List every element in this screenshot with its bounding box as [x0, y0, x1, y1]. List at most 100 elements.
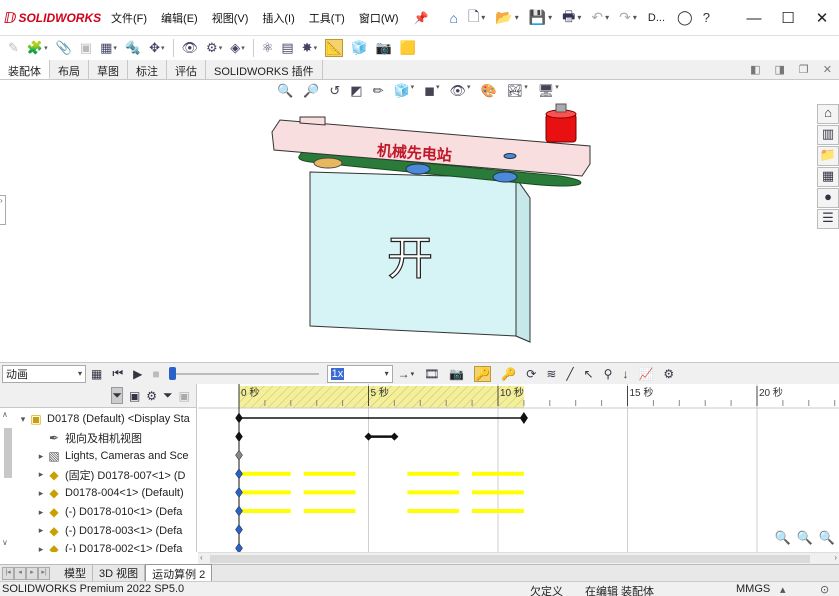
playback-mode-icon[interactable]: →: [398, 367, 410, 381]
tree-scrollbar[interactable]: ∧ ∨: [0, 408, 14, 552]
new-dropdown-icon[interactable]: ▾: [481, 13, 485, 22]
filter-driving-icon[interactable]: ▣: [129, 389, 140, 403]
print-icon[interactable]: 🖶: [562, 6, 575, 30]
scroll-up-icon[interactable]: ∧: [2, 410, 8, 419]
zoom-in-timeline-icon[interactable]: 🔍: [797, 530, 813, 546]
instant3d-icon[interactable]: 📐: [325, 39, 344, 57]
move-component-icon[interactable]: ✥: [149, 40, 160, 56]
redo-icon[interactable]: ↷: [619, 9, 631, 26]
mode-dropdown-icon[interactable]: ▾: [411, 370, 415, 378]
custom-properties-icon[interactable]: ☰: [817, 209, 839, 229]
menu-file[interactable]: 文件(F): [111, 10, 147, 26]
new-motion-study-icon[interactable]: ⚛: [262, 40, 274, 56]
force-icon[interactable]: ↖: [584, 367, 594, 381]
tree-scrollbar-thumb[interactable]: [4, 428, 12, 478]
study-properties-icon[interactable]: ⚙: [663, 367, 674, 381]
menu-view[interactable]: 视图(V): [212, 10, 249, 26]
tab-sketch[interactable]: 草图: [89, 60, 128, 79]
menu-window[interactable]: 窗口(W): [359, 10, 399, 26]
component-preview-icon[interactable]: ▣: [80, 40, 92, 56]
mate-icon[interactable]: 📎: [56, 40, 72, 56]
animation-wizard-icon[interactable]: 📷: [449, 367, 464, 381]
close-icon[interactable]: ✕: [805, 9, 839, 27]
play-from-start-icon[interactable]: ⏮: [112, 366, 123, 381]
design-library-icon[interactable]: ▥: [817, 125, 839, 145]
playback-speed-select[interactable]: 1x ▾: [326, 364, 393, 383]
app-logo[interactable]: ⅅ SOLIDWORKS: [4, 9, 104, 27]
scroll-right-icon[interactable]: ›: [834, 553, 837, 562]
assembly-features-icon[interactable]: ⚙: [206, 40, 218, 56]
move-dropdown-icon[interactable]: ▾: [161, 44, 165, 52]
timeline-area[interactable]: 0 秒 5 秒 10 秒 15 秒 20 秒: [198, 384, 839, 552]
undo-icon[interactable]: ↶: [591, 9, 603, 26]
reference-geometry-icon[interactable]: ◈: [230, 40, 240, 56]
tab-layout[interactable]: 布局: [50, 60, 89, 79]
tab-motion-study-2[interactable]: 运动算例 2: [145, 563, 213, 583]
help-icon[interactable]: ?: [703, 10, 710, 25]
home-icon[interactable]: ⌂: [450, 10, 458, 26]
insert-dropdown-icon[interactable]: ▾: [44, 44, 48, 52]
timeline-hscrollbar-thumb[interactable]: [210, 555, 810, 563]
tile-left-icon[interactable]: ◧: [750, 63, 760, 76]
appearances-icon[interactable]: ●: [817, 188, 839, 208]
filter-selected-icon[interactable]: ⚙: [146, 389, 157, 403]
explode-dropdown-icon[interactable]: ▾: [314, 44, 318, 52]
damper-icon[interactable]: ╱: [566, 367, 573, 381]
insert-components-icon[interactable]: 🧩: [27, 40, 43, 56]
features-dropdown-icon[interactable]: ▾: [219, 44, 223, 52]
tree-item[interactable]: ▸ ◆ (-) D0178-003<1> (Defa: [0, 522, 196, 540]
file-explorer-icon[interactable]: 📁: [817, 146, 839, 166]
expand-toggle-icon[interactable]: ▸: [36, 544, 46, 552]
motor-tool-icon[interactable]: ⟳: [526, 367, 536, 381]
zoom-to-fit-timeline-icon[interactable]: 🔍: [774, 530, 790, 546]
add-key-icon[interactable]: 🔑: [501, 367, 516, 381]
linear-pattern-icon[interactable]: ▦: [100, 40, 112, 56]
new-doc-icon[interactable]: 🗋: [468, 6, 479, 30]
user-icon[interactable]: ◯: [677, 9, 693, 26]
doc-restore-icon[interactable]: ❐: [799, 63, 809, 76]
open-dropdown-icon[interactable]: ▾: [515, 13, 519, 22]
tree-item[interactable]: ▸ ◆ (-) D0178-002<1> (Defa: [0, 540, 196, 552]
tile-right-icon[interactable]: ◨: [775, 63, 785, 76]
large-assembly-icon[interactable]: 🟨: [400, 40, 416, 56]
study-type-select[interactable]: 动画 ▾: [2, 364, 86, 383]
menu-insert[interactable]: 插入(I): [262, 10, 294, 26]
play-icon[interactable]: ▶: [133, 367, 142, 381]
pattern-dropdown-icon[interactable]: ▾: [113, 44, 117, 52]
contact-icon[interactable]: ⚲: [604, 367, 613, 381]
tree-item[interactable]: ▾ ▣ D0178 (Default) <Display Sta: [0, 410, 196, 428]
tab-assembly[interactable]: 装配体: [0, 60, 50, 79]
solidworks-resources-icon[interactable]: ⌂: [817, 104, 839, 124]
scroll-left-icon[interactable]: ‹: [200, 553, 203, 562]
graphics-area[interactable]: 🔍 🔎 ↺ ◩ ✏ 🧊 ▾ ◼ ▾ 👁 ▾ 🎨 🏞 ▾ 🖥 ▾ 机械先电站 开 …: [0, 80, 839, 362]
playback-slider[interactable]: [168, 366, 319, 381]
filter-results-icon[interactable]: ⏷: [163, 388, 173, 403]
open-icon[interactable]: 📂: [495, 9, 512, 26]
collapse-tree-icon[interactable]: ▣: [179, 389, 190, 403]
save-icon[interactable]: 💾: [529, 9, 546, 26]
expand-toggle-icon[interactable]: ▸: [36, 507, 46, 518]
expand-toggle-icon[interactable]: ▸: [36, 488, 46, 499]
minimize-icon[interactable]: —: [737, 10, 771, 27]
doc-close-icon[interactable]: ✕: [823, 63, 832, 76]
maximize-icon[interactable]: ☐: [771, 9, 805, 27]
menu-edit[interactable]: 编辑(E): [161, 10, 198, 26]
stop-icon[interactable]: ■: [152, 367, 159, 381]
tree-item[interactable]: ▸ ◆ (-) D0178-010<1> (Defa: [0, 503, 196, 521]
show-hidden-icon[interactable]: 👁: [182, 40, 199, 56]
update-speedpak-icon[interactable]: 🧊: [351, 40, 367, 56]
gravity-icon[interactable]: ↓: [622, 367, 628, 381]
tree-item[interactable]: ▸ ▧ Lights, Cameras and Sce: [0, 447, 196, 465]
expand-toggle-icon[interactable]: ▸: [36, 451, 46, 462]
expand-toggle-icon[interactable]: ▸: [36, 525, 46, 536]
status-units[interactable]: MMGS: [736, 583, 770, 595]
edit-component-icon[interactable]: ✎: [8, 40, 19, 56]
scroll-down-icon[interactable]: ∨: [2, 538, 8, 547]
tree-item[interactable]: ▸ ◆ (固定) D0178-007<1> (D: [0, 466, 196, 484]
tree-item[interactable]: ▸ ◆ D0178-004<1> (Default): [0, 484, 196, 502]
smart-fasteners-icon[interactable]: 🔩: [125, 40, 141, 56]
tab-3d-views[interactable]: 3D 视图: [93, 564, 146, 582]
tab-model[interactable]: 模型: [58, 564, 93, 582]
take-snapshot-icon[interactable]: 📷: [375, 40, 391, 56]
timeline-hscrollbar[interactable]: ‹ ›: [198, 552, 839, 564]
